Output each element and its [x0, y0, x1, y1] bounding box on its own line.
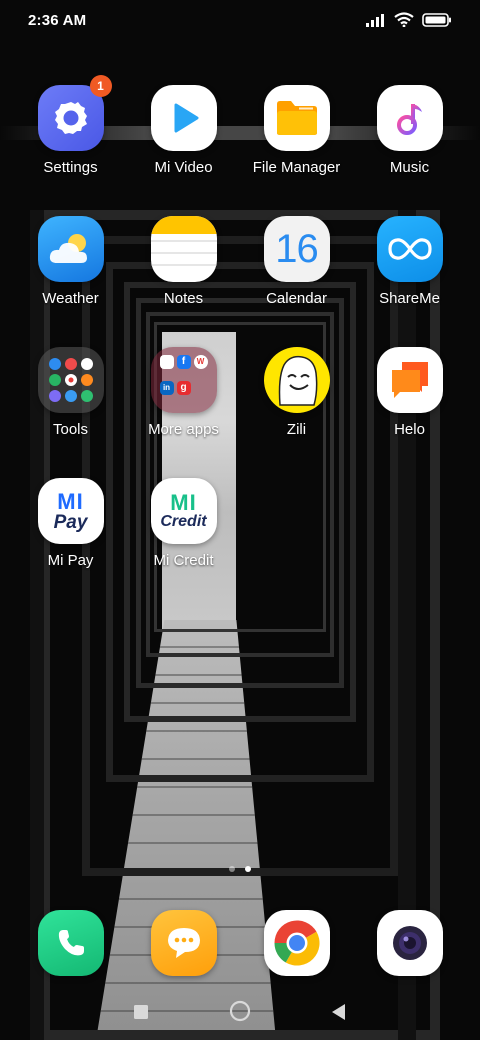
app-label: Weather	[42, 290, 99, 307]
helo-chat-icon	[376, 347, 443, 413]
status-time: 2:36 AM	[28, 12, 87, 29]
app-label: Music	[389, 159, 430, 176]
linkedin-mini-icon: in	[159, 380, 174, 395]
recents-square-icon[interactable]	[133, 1004, 149, 1020]
app-label: Tools	[52, 421, 89, 438]
signal-icon	[366, 13, 384, 27]
app-helo[interactable]: Helo	[353, 347, 466, 438]
status-bar: 2:36 AM	[0, 0, 480, 42]
folder-icon	[263, 85, 330, 151]
app-label: File Manager	[252, 159, 341, 176]
shareme-icon	[376, 216, 443, 282]
calendar-icon: 16	[263, 216, 330, 282]
page-indicator	[0, 866, 480, 872]
music-note-icon	[376, 85, 443, 151]
weather-icon	[37, 216, 104, 282]
app-label: Mi Pay	[47, 552, 94, 569]
app-label: Calendar	[266, 290, 327, 307]
mi-credit-icon: MI Credit	[150, 478, 217, 544]
app-weather[interactable]: Weather	[14, 216, 127, 307]
folder-grid-icon: f W in g	[150, 347, 217, 413]
app-label: ShareMe	[379, 290, 440, 307]
app-mi-pay[interactable]: MI Pay Mi Pay	[14, 478, 127, 569]
notification-badge: 1	[89, 75, 112, 97]
cart-mini-icon	[159, 355, 174, 369]
app-notes[interactable]: Notes	[127, 216, 240, 307]
app-zili[interactable]: Zili	[240, 347, 353, 438]
settings-icon: 1	[37, 75, 112, 151]
mi-credit-logo-top: MI	[170, 490, 197, 515]
app-label: Notes	[163, 290, 204, 307]
camera-icon	[376, 910, 443, 976]
battery-icon	[422, 12, 451, 27]
app-calendar[interactable]: 16 Calendar	[240, 216, 353, 307]
wps-mini-icon: W	[193, 355, 208, 369]
app-label: Mi Credit	[153, 552, 214, 569]
wifi-icon	[394, 12, 414, 27]
app-label: Zili	[286, 421, 307, 438]
app-label: More apps	[148, 421, 219, 438]
dock-camera[interactable]	[353, 910, 466, 976]
app-music[interactable]: Music	[353, 85, 466, 176]
folder-grid-icon	[37, 347, 104, 413]
app-label: Settings	[43, 159, 98, 176]
page-dot-active[interactable]	[245, 866, 251, 872]
zili-face-icon	[263, 347, 330, 413]
mi-pay-icon: MI Pay	[37, 478, 104, 544]
dock-phone[interactable]	[14, 910, 127, 976]
app-label: Mi Video	[154, 159, 213, 176]
calendar-date: 16	[275, 226, 318, 271]
folder-more-apps[interactable]: f W in g More apps	[127, 347, 240, 438]
page-dot[interactable]	[229, 866, 235, 872]
app-settings[interactable]: 1 Settings	[14, 75, 127, 176]
status-icons	[366, 12, 452, 27]
home-circle-icon[interactable]	[229, 1000, 251, 1022]
notes-icon	[150, 216, 217, 282]
back-triangle-icon[interactable]	[331, 1003, 347, 1021]
app-mi-credit[interactable]: MI Credit Mi Credit	[127, 478, 240, 569]
mi-pay-logo-bottom: Pay	[53, 511, 88, 533]
facebook-mini-icon: f	[176, 355, 191, 369]
dock-messaging[interactable]	[127, 910, 240, 976]
navigation-bar	[0, 990, 480, 1034]
app-label: Helo	[394, 421, 425, 438]
chat-bubble-icon	[150, 910, 217, 976]
folder-tools[interactable]: Tools	[14, 347, 127, 438]
mi-credit-logo-bottom: Credit	[160, 513, 207, 530]
chrome-icon	[263, 910, 330, 976]
play-icon	[150, 85, 217, 151]
mi-pay-logo-top: MI	[57, 488, 84, 514]
gaana-mini-icon: g	[176, 380, 191, 395]
phone-icon	[37, 910, 104, 976]
dock-chrome[interactable]	[240, 910, 353, 976]
app-mi-video[interactable]: Mi Video	[127, 85, 240, 176]
app-file-manager[interactable]: File Manager	[240, 85, 353, 176]
app-shareme[interactable]: ShareMe	[353, 216, 466, 307]
